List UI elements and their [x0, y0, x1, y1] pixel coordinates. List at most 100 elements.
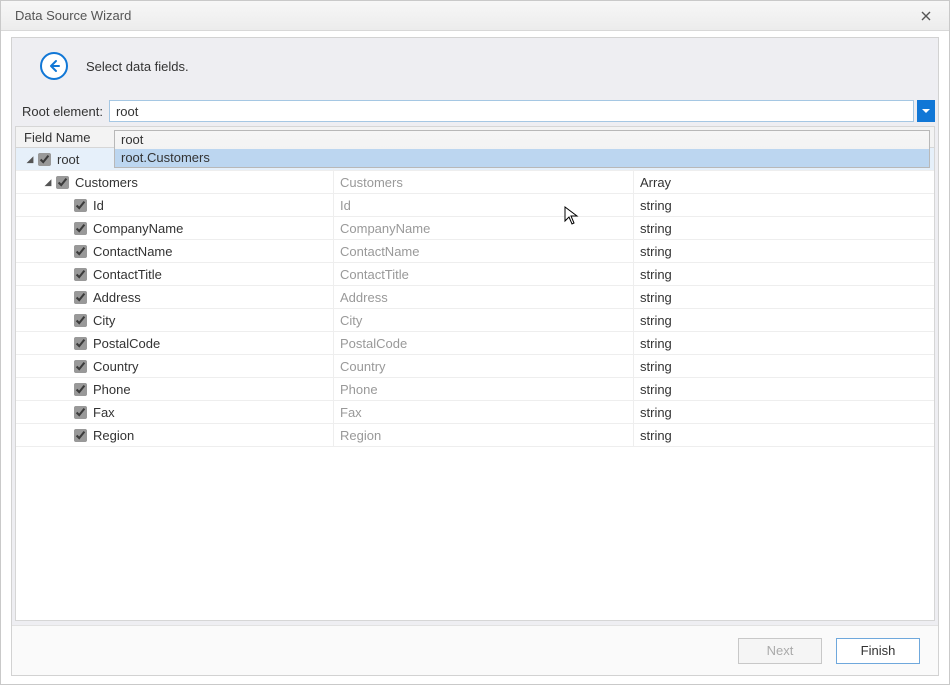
table-row[interactable]: RegionRegionstring [16, 424, 934, 447]
back-button[interactable] [40, 52, 68, 80]
root-element-value: root [116, 104, 138, 119]
table-row[interactable]: IdIdstring [16, 194, 934, 217]
grid-body[interactable]: ◢rootrootObject◢CustomersCustomersArrayI… [15, 148, 935, 621]
titlebar: Data Source Wizard [1, 1, 949, 31]
close-button[interactable] [913, 5, 939, 27]
wizard-footer: Next Finish [12, 625, 938, 675]
table-row[interactable]: PostalCodePostalCodestring [16, 332, 934, 355]
table-row[interactable]: CityCitystring [16, 309, 934, 332]
column-field-name: Field Name [24, 130, 90, 145]
cell-type: string [634, 244, 934, 259]
cell-type: string [634, 267, 934, 282]
cell-display-field: Id [334, 194, 634, 216]
table-row[interactable]: CompanyNameCompanyNamestring [16, 217, 934, 240]
finish-button[interactable]: Finish [836, 638, 920, 664]
cell-field-name: PostalCode [16, 332, 334, 354]
cell-field-name: ContactName [16, 240, 334, 262]
cell-display-field: ContactName [334, 240, 634, 262]
cell-field-name: Address [16, 286, 334, 308]
field-name-text: ContactName [93, 244, 172, 259]
dropdown-option[interactable]: root.Customers [115, 149, 929, 167]
cell-type: string [634, 405, 934, 420]
cell-display-field: Fax [334, 401, 634, 423]
cell-display-field: Customers [334, 171, 634, 193]
row-checkbox[interactable] [74, 337, 87, 350]
cell-field-name: ContactTitle [16, 263, 334, 285]
close-icon [921, 11, 931, 21]
row-checkbox[interactable] [74, 291, 87, 304]
cell-type: string [634, 428, 934, 443]
field-name-text: Id [93, 198, 104, 213]
expander-icon[interactable]: ◢ [42, 177, 54, 188]
cell-field-name: Country [16, 355, 334, 377]
row-checkbox[interactable] [74, 314, 87, 327]
cell-field-name: ◢ Customers [16, 171, 334, 193]
dropdown-option[interactable]: root [115, 131, 929, 149]
root-element-dropdown[interactable]: rootroot.Customers [114, 130, 930, 168]
table-row[interactable]: FaxFaxstring [16, 401, 934, 424]
cell-type: string [634, 221, 934, 236]
expander-icon[interactable]: ◢ [24, 154, 36, 165]
next-button[interactable]: Next [738, 638, 822, 664]
table-row[interactable]: ContactNameContactNamestring [16, 240, 934, 263]
root-element-dropdown-button[interactable] [917, 100, 935, 122]
cell-display-field: Address [334, 286, 634, 308]
root-element-row: Root element: root [12, 98, 938, 124]
cell-type: string [634, 382, 934, 397]
row-checkbox[interactable] [38, 153, 51, 166]
row-checkbox[interactable] [74, 199, 87, 212]
heading-text: Select data fields. [86, 59, 189, 74]
field-name-text: Phone [93, 382, 131, 397]
field-name-text: Customers [75, 175, 138, 190]
cell-field-name: CompanyName [16, 217, 334, 239]
wizard-heading: Select data fields. [12, 38, 938, 98]
field-name-text: Fax [93, 405, 115, 420]
cell-display-field: CompanyName [334, 217, 634, 239]
cell-type: string [634, 313, 934, 328]
table-row[interactable]: CountryCountrystring [16, 355, 934, 378]
cell-field-name: Id [16, 194, 334, 216]
root-element-label: Root element: [22, 104, 103, 119]
table-row[interactable]: ◢CustomersCustomersArray [16, 171, 934, 194]
arrow-left-icon [47, 59, 61, 73]
field-name-text: Country [93, 359, 139, 374]
cell-field-name: City [16, 309, 334, 331]
cell-type: string [634, 359, 934, 374]
chevron-down-icon [922, 109, 930, 114]
table-row[interactable]: ContactTitleContactTitlestring [16, 263, 934, 286]
field-name-text: ContactTitle [93, 267, 162, 282]
field-name-text: PostalCode [93, 336, 160, 351]
row-checkbox[interactable] [74, 268, 87, 281]
cell-display-field: Region [334, 424, 634, 446]
cell-field-name: Region [16, 424, 334, 446]
row-checkbox[interactable] [74, 222, 87, 235]
field-name-text: Region [93, 428, 134, 443]
cell-type: string [634, 290, 934, 305]
cell-field-name: Fax [16, 401, 334, 423]
wizard-window: Data Source Wizard Select data fields. R… [0, 0, 950, 685]
fields-grid: Field Name rootroot.Customers ◢rootrootO… [12, 126, 938, 625]
row-checkbox[interactable] [74, 245, 87, 258]
row-checkbox[interactable] [56, 176, 69, 189]
field-name-text: CompanyName [93, 221, 183, 236]
cell-display-field: Phone [334, 378, 634, 400]
field-name-text: Address [93, 290, 141, 305]
cell-type: string [634, 336, 934, 351]
wizard-panel: Select data fields. Root element: root F… [11, 37, 939, 676]
row-checkbox[interactable] [74, 429, 87, 442]
table-row[interactable]: AddressAddressstring [16, 286, 934, 309]
cell-display-field: ContactTitle [334, 263, 634, 285]
cell-field-name: Phone [16, 378, 334, 400]
cell-display-field: Country [334, 355, 634, 377]
root-element-select[interactable]: root [109, 100, 914, 122]
cell-type: Array [634, 175, 934, 190]
field-name-text: root [57, 152, 79, 167]
cell-display-field: PostalCode [334, 332, 634, 354]
row-checkbox[interactable] [74, 406, 87, 419]
cell-display-field: City [334, 309, 634, 331]
table-row[interactable]: PhonePhonestring [16, 378, 934, 401]
window-title: Data Source Wizard [15, 8, 913, 23]
row-checkbox[interactable] [74, 383, 87, 396]
row-checkbox[interactable] [74, 360, 87, 373]
cell-type: string [634, 198, 934, 213]
